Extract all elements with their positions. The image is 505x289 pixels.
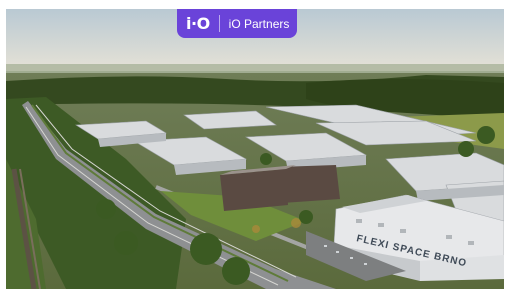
aerial-photo-illustration: FLEXI SPACE BRNO (6, 9, 504, 289)
aerial-photo: FLEXI SPACE BRNO (6, 9, 504, 289)
badge-divider (218, 15, 220, 32)
io-logo-icon: i·O (186, 13, 210, 33)
partner-badge: i·O iO Partners (177, 9, 297, 38)
badge-label: iO Partners (228, 16, 290, 31)
